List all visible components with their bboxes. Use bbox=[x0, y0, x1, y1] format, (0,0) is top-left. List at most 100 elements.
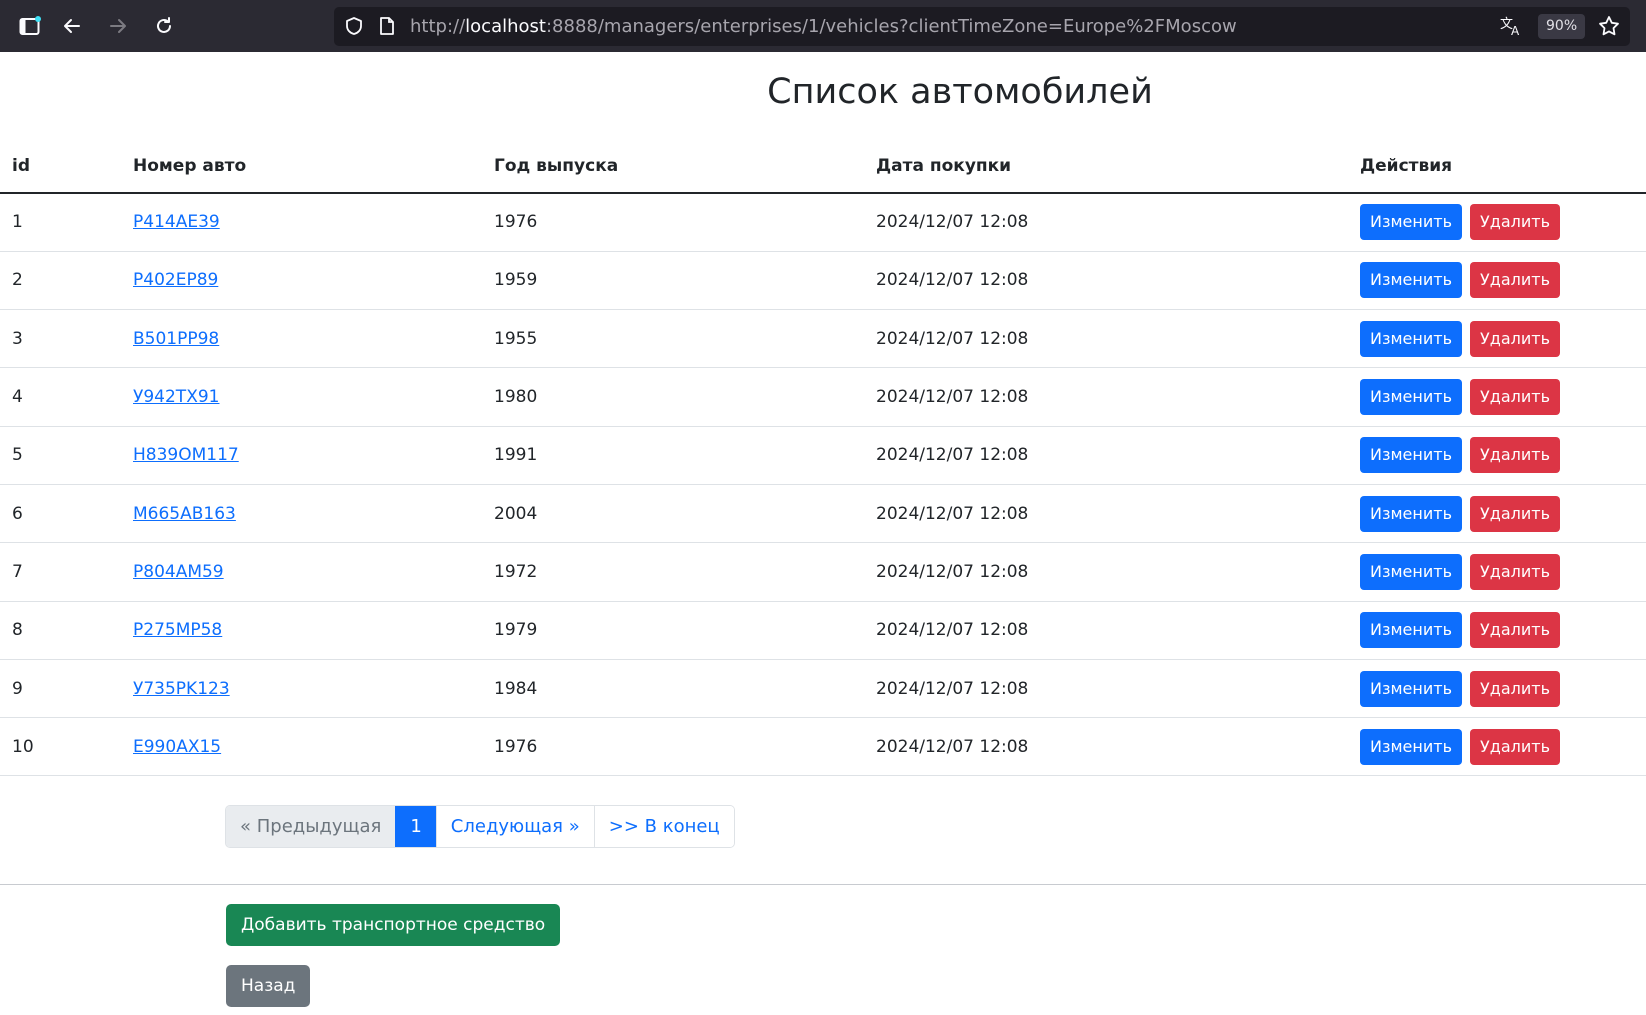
cell-id: 1 bbox=[0, 193, 121, 252]
delete-button[interactable]: Удалить bbox=[1470, 495, 1560, 532]
table-row: 7 P804AM59 1972 2024/12/07 12:08 Изменить Уда… bbox=[0, 542, 1646, 602]
sidebar-icon[interactable] bbox=[14, 10, 46, 42]
cell-plate: P414AE39 bbox=[121, 193, 482, 252]
cell-plate: P275MP58 bbox=[121, 601, 482, 660]
page-info-icon[interactable] bbox=[378, 16, 396, 40]
cell-year: 1976 bbox=[482, 193, 864, 252]
edit-button[interactable]: Изменить bbox=[1360, 379, 1462, 416]
delete-button[interactable]: Удалить bbox=[1470, 437, 1560, 474]
edit-button[interactable]: Изменить bbox=[1360, 437, 1462, 474]
edit-button[interactable]: Изменить bbox=[1360, 495, 1462, 532]
last-page-button[interactable]: >> В конец bbox=[593, 806, 734, 847]
url-text[interactable]: http://localhost:8888/managers/enterpris… bbox=[410, 16, 1237, 37]
url-host: localhost bbox=[465, 16, 546, 37]
delete-button[interactable]: Удалить bbox=[1470, 379, 1560, 416]
cell-purchase-date: 2024/12/07 12:08 bbox=[864, 309, 1348, 369]
edit-button[interactable]: Изменить bbox=[1360, 320, 1462, 357]
cell-id: 2 bbox=[0, 251, 121, 311]
zoom-level[interactable]: 90% bbox=[1538, 14, 1586, 39]
cell-purchase-date: 2024/12/07 12:08 bbox=[864, 426, 1348, 485]
cell-year: 1991 bbox=[482, 426, 864, 485]
cell-plate: P804AM59 bbox=[121, 542, 482, 602]
cell-plate: У735PK123 bbox=[121, 659, 482, 719]
cell-purchase-date: 2024/12/07 12:08 bbox=[864, 251, 1348, 311]
vehicle-plate-link[interactable]: У942TX91 bbox=[133, 387, 219, 407]
back-arrow-icon[interactable] bbox=[56, 10, 88, 42]
pagination: « Предыдущая 1 Следующая » >> В конец bbox=[225, 805, 735, 848]
cell-purchase-date: 2024/12/07 12:08 bbox=[864, 601, 1348, 660]
cell-plate: H839OM117 bbox=[121, 426, 482, 485]
cell-year: 1955 bbox=[482, 309, 864, 369]
table-row: 8 P275MP58 1979 2024/12/07 12:08 Изменить Уда… bbox=[0, 601, 1646, 660]
delete-button[interactable]: Удалить bbox=[1470, 728, 1560, 765]
table-row: 10 E990AX15 1976 2024/12/07 12:08 Изменить Уд… bbox=[0, 717, 1646, 777]
vehicle-plate-link[interactable]: У735PK123 bbox=[133, 679, 230, 699]
cell-purchase-date: 2024/12/07 12:08 bbox=[864, 717, 1348, 777]
bookmark-star-icon[interactable] bbox=[1598, 15, 1620, 41]
cell-id: 8 bbox=[0, 601, 121, 660]
edit-button[interactable]: Изменить bbox=[1360, 670, 1462, 707]
divider bbox=[0, 884, 1646, 885]
vehicles-table: id Номер авто Год выпуска Дата покупки Д… bbox=[0, 140, 1646, 777]
table-row: 1 P414AE39 1976 2024/12/07 12:08 Изменить Уда… bbox=[0, 193, 1646, 252]
cell-year: 1984 bbox=[482, 659, 864, 719]
shield-icon[interactable] bbox=[344, 16, 364, 40]
delete-button[interactable]: Удалить bbox=[1470, 204, 1560, 241]
cell-actions: Изменить Удалить bbox=[1348, 251, 1646, 311]
add-vehicle-button[interactable]: Добавить транспортное средство bbox=[226, 904, 561, 946]
delete-button[interactable]: Удалить bbox=[1470, 612, 1560, 649]
cell-actions: Изменить Удалить bbox=[1348, 601, 1646, 660]
url-path: :8888/managers/enterprises/1/vehicles?cl… bbox=[545, 16, 1237, 37]
delete-button[interactable]: Удалить bbox=[1470, 262, 1560, 299]
delete-button[interactable]: Удалить bbox=[1470, 553, 1560, 590]
delete-button[interactable]: Удалить bbox=[1470, 670, 1560, 707]
url-bar[interactable]: http://localhost:8888/managers/enterpris… bbox=[334, 7, 1630, 46]
cell-year: 1959 bbox=[482, 251, 864, 311]
vehicle-plate-link[interactable]: H839OM117 bbox=[133, 445, 239, 465]
table-row: 9 У735PK123 1984 2024/12/07 12:08 Изменить Уд… bbox=[0, 659, 1646, 719]
vehicle-plate-link[interactable]: M665AB163 bbox=[133, 504, 236, 524]
cell-plate: M665AB163 bbox=[121, 484, 482, 544]
vehicle-plate-link[interactable]: E990AX15 bbox=[133, 737, 221, 757]
url-prefix: http:// bbox=[410, 16, 466, 37]
edit-button[interactable]: Изменить bbox=[1360, 262, 1462, 299]
cell-id: 3 bbox=[0, 309, 121, 369]
cell-actions: Изменить Удалить bbox=[1348, 717, 1646, 777]
cell-plate: B501PP98 bbox=[121, 309, 482, 369]
edit-button[interactable]: Изменить bbox=[1360, 728, 1462, 765]
reload-icon[interactable] bbox=[148, 10, 180, 42]
back-button[interactable]: Назад bbox=[226, 965, 311, 1007]
forward-arrow-icon[interactable] bbox=[102, 10, 134, 42]
cell-actions: Изменить Удалить bbox=[1348, 367, 1646, 427]
page-title: Список автомобилей bbox=[767, 72, 1153, 112]
cell-actions: Изменить Удалить bbox=[1348, 193, 1646, 252]
table-row: 4 У942TX91 1980 2024/12/07 12:08 Изменить Уда… bbox=[0, 367, 1646, 427]
edit-button[interactable]: Изменить bbox=[1360, 204, 1462, 241]
current-page-button[interactable]: 1 bbox=[395, 806, 436, 847]
next-page-button[interactable]: Следующая » bbox=[435, 806, 594, 847]
cell-id: 7 bbox=[0, 542, 121, 602]
translate-icon[interactable]: 文A bbox=[1500, 15, 1524, 41]
svg-text:A: A bbox=[1511, 24, 1520, 37]
cell-year: 2004 bbox=[482, 484, 864, 544]
vehicle-plate-link[interactable]: P402EP89 bbox=[133, 270, 218, 290]
vehicle-plate-link[interactable]: P804AM59 bbox=[133, 562, 224, 582]
cell-plate: E990AX15 bbox=[121, 717, 482, 777]
cell-actions: Изменить Удалить bbox=[1348, 309, 1646, 369]
table-row: 6 M665AB163 2004 2024/12/07 12:08 Изменить Уд… bbox=[0, 484, 1646, 544]
cell-year: 1972 bbox=[482, 542, 864, 602]
vehicle-plate-link[interactable]: B501PP98 bbox=[133, 329, 219, 349]
delete-button[interactable]: Удалить bbox=[1470, 320, 1560, 357]
header-purchase-date: Дата покупки bbox=[864, 140, 1348, 194]
table-row: 2 P402EP89 1959 2024/12/07 12:08 Изменить Уда… bbox=[0, 251, 1646, 311]
cell-id: 10 bbox=[0, 717, 121, 777]
edit-button[interactable]: Изменить bbox=[1360, 612, 1462, 649]
cell-actions: Изменить Удалить bbox=[1348, 426, 1646, 485]
cell-actions: Изменить Удалить bbox=[1348, 542, 1646, 602]
edit-button[interactable]: Изменить bbox=[1360, 553, 1462, 590]
table-row: 5 H839OM117 1991 2024/12/07 12:08 Изменить Уд… bbox=[0, 426, 1646, 485]
header-id: id bbox=[0, 140, 121, 194]
vehicle-plate-link[interactable]: P275MP58 bbox=[133, 620, 222, 640]
table-row: 3 B501PP98 1955 2024/12/07 12:08 Изменить Уда… bbox=[0, 309, 1646, 369]
vehicle-plate-link[interactable]: P414AE39 bbox=[133, 212, 220, 232]
